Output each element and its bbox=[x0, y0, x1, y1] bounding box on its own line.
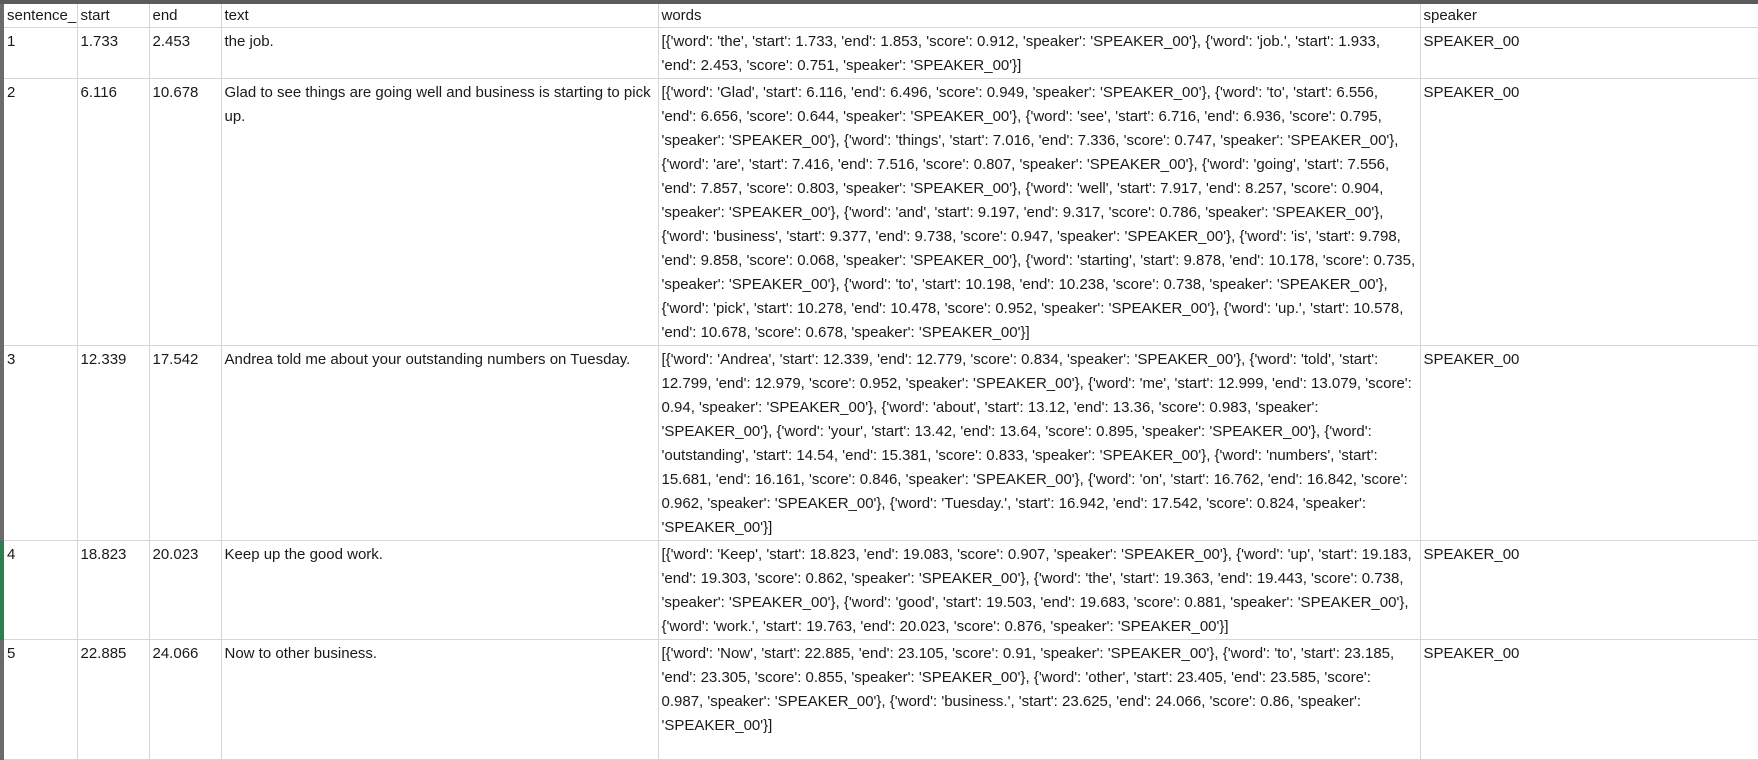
cell-speaker[interactable]: SPEAKER_00 bbox=[1420, 639, 1758, 760]
table-row: 5 22.885 24.066 Now to other business. [… bbox=[0, 639, 1758, 760]
cell-speaker[interactable]: SPEAKER_00 bbox=[1420, 78, 1758, 346]
cell-end[interactable]: 10.678 bbox=[149, 78, 222, 346]
cell-end[interactable]: 20.023 bbox=[149, 540, 222, 640]
cell-words[interactable]: [{'word': 'the', 'start': 1.733, 'end': … bbox=[658, 27, 1421, 79]
cell-speaker[interactable]: SPEAKER_00 bbox=[1420, 345, 1758, 541]
cell-words[interactable]: [{'word': 'Keep', 'start': 18.823, 'end'… bbox=[658, 540, 1421, 640]
cell-sentence-id[interactable]: 5 bbox=[0, 639, 78, 760]
header-cell-end[interactable]: end bbox=[149, 4, 222, 28]
table-row: 2 6.116 10.678 Glad to see things are go… bbox=[0, 78, 1758, 346]
cell-words[interactable]: [{'word': 'Glad', 'start': 6.116, 'end':… bbox=[658, 78, 1421, 346]
table-row: 4 18.823 20.023 Keep up the good work. [… bbox=[0, 540, 1758, 640]
cell-sentence-id[interactable]: 4 bbox=[0, 540, 78, 640]
header-cell-words[interactable]: words bbox=[658, 4, 1421, 28]
spreadsheet-grid: sentence_ start end text words speaker 1… bbox=[0, 4, 1758, 760]
cell-end[interactable]: 17.542 bbox=[149, 345, 222, 541]
table-row: 3 12.339 17.542 Andrea told me about you… bbox=[0, 345, 1758, 541]
cell-speaker[interactable]: SPEAKER_00 bbox=[1420, 27, 1758, 79]
cell-sentence-id[interactable]: 1 bbox=[0, 27, 78, 79]
cell-start[interactable]: 12.339 bbox=[77, 345, 150, 541]
cell-sentence-id[interactable]: 3 bbox=[0, 345, 78, 541]
header-row: sentence_ start end text words speaker bbox=[0, 4, 1758, 28]
header-cell-sentence[interactable]: sentence_ bbox=[0, 4, 78, 28]
header-cell-speaker[interactable]: speaker bbox=[1420, 4, 1758, 28]
cell-start[interactable]: 22.885 bbox=[77, 639, 150, 760]
cell-end[interactable]: 2.453 bbox=[149, 27, 222, 79]
header-cell-start[interactable]: start bbox=[77, 4, 150, 28]
cell-text[interactable]: Now to other business. bbox=[221, 639, 659, 760]
cell-text[interactable]: Andrea told me about your outstanding nu… bbox=[221, 345, 659, 541]
header-cell-text[interactable]: text bbox=[221, 4, 659, 28]
cell-sentence-id[interactable]: 2 bbox=[0, 78, 78, 346]
cell-words[interactable]: [{'word': 'Now', 'start': 22.885, 'end':… bbox=[658, 639, 1421, 760]
cell-text[interactable]: Glad to see things are going well and bu… bbox=[221, 78, 659, 346]
cell-speaker[interactable]: SPEAKER_00 bbox=[1420, 540, 1758, 640]
cell-text[interactable]: Keep up the good work. bbox=[221, 540, 659, 640]
table-row: 1 1.733 2.453 the job. [{'word': 'the', … bbox=[0, 27, 1758, 79]
cell-words[interactable]: [{'word': 'Andrea', 'start': 12.339, 'en… bbox=[658, 345, 1421, 541]
cell-start[interactable]: 18.823 bbox=[77, 540, 150, 640]
cell-text[interactable]: the job. bbox=[221, 27, 659, 79]
cell-start[interactable]: 1.733 bbox=[77, 27, 150, 79]
cell-end[interactable]: 24.066 bbox=[149, 639, 222, 760]
cell-start[interactable]: 6.116 bbox=[77, 78, 150, 346]
